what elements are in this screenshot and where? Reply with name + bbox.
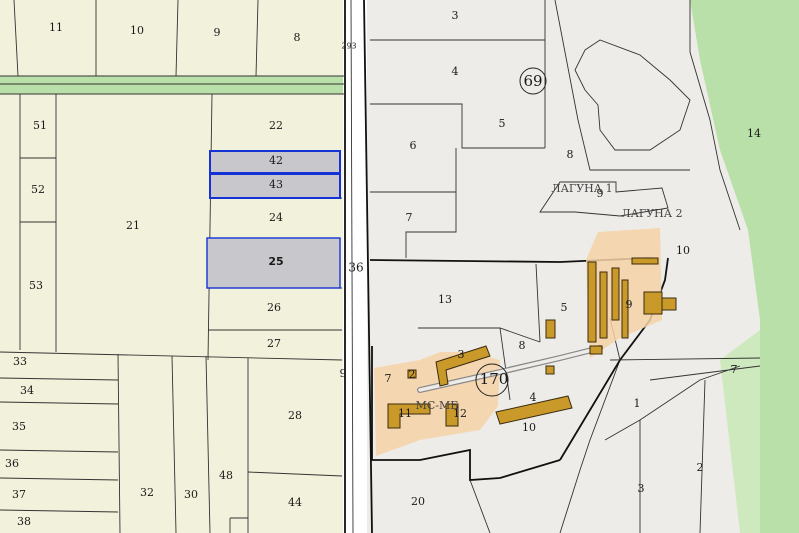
parcel-label: 8 <box>567 148 574 161</box>
parcel-label: 6 <box>410 139 417 152</box>
road-label: 293 <box>341 42 356 51</box>
parcel-label: 11 <box>398 407 412 420</box>
parcel-label: 20 <box>411 495 425 508</box>
parcel-label: 7 <box>731 363 738 376</box>
parcel-label: 36 <box>348 261 363 275</box>
parcel-label: 26 <box>267 301 281 314</box>
right-zone-background <box>360 0 760 533</box>
parcel-label: 10 <box>522 421 536 434</box>
parcel-label: 34 <box>20 384 34 397</box>
parcel-label[interactable]: 25 <box>268 255 283 268</box>
parcel-label: 53 <box>29 279 43 292</box>
parcel-label: 51 <box>33 119 47 132</box>
parcel-label: 37 <box>12 488 26 501</box>
parcel-label: 30 <box>184 488 198 501</box>
mc-mb-label: МС-МБ <box>416 399 459 412</box>
parcel-label: 9 <box>214 26 221 39</box>
circle-label-69: 69 <box>523 72 542 90</box>
parcel-label: 22 <box>269 119 283 132</box>
parcel-label: 14 <box>747 127 761 140</box>
parcel-label: 36 <box>5 457 19 470</box>
parcel-label: 4 <box>530 391 537 404</box>
cadastral-map[interactable]: 293 11 10 9 8 51 52 53 21 22 42 43 24 25… <box>0 0 799 533</box>
parcel-label: 5 <box>561 301 568 314</box>
parcel-label: 1 <box>634 397 641 410</box>
parcel-label: 11 <box>49 21 63 34</box>
parcel-label: 52 <box>31 183 45 196</box>
parcel-label: 2 <box>409 368 416 381</box>
parcel-label: 3 <box>458 348 465 361</box>
parcel-label: 38 <box>17 515 31 528</box>
parcel-label: 33 <box>13 355 27 368</box>
parcel-label: 5 <box>499 117 506 130</box>
parcel-label: 13 <box>438 293 452 306</box>
parcel-label: 8 <box>519 339 526 352</box>
parcel-label: 21 <box>126 219 140 232</box>
parcel-label: 35 <box>12 420 26 433</box>
laguna-2-label: ЛАГУНА 2 <box>621 207 682 220</box>
parcel-label: 32 <box>140 486 154 499</box>
parcel-label[interactable]: 43 <box>269 178 283 191</box>
parcel-label: 9 <box>340 367 347 380</box>
parcel-label: 28 <box>288 409 302 422</box>
laguna-1-label: ЛАГУНА 1 <box>551 182 612 195</box>
parcel-label: 3 <box>452 9 459 22</box>
circle-label-170: 170 <box>480 370 509 388</box>
parcel-label: 10 <box>676 244 690 257</box>
parcel-label: 10 <box>130 24 144 37</box>
parcel-label: 7 <box>385 372 392 385</box>
parcel-label: 4 <box>452 65 459 78</box>
parcel-label: 24 <box>269 211 283 224</box>
parcel-label: 27 <box>267 337 281 350</box>
parcel-label: 48 <box>219 469 233 482</box>
green-band-left <box>0 76 345 94</box>
parcel-label: 2 <box>697 461 704 474</box>
parcel-label: 8 <box>294 31 301 44</box>
parcel-label: 7 <box>406 211 413 224</box>
parcel-label: 9 <box>626 298 633 311</box>
parcel-label[interactable]: 42 <box>269 154 283 167</box>
parcel-label: 3 <box>638 482 645 495</box>
parcel-label: 44 <box>288 496 302 509</box>
